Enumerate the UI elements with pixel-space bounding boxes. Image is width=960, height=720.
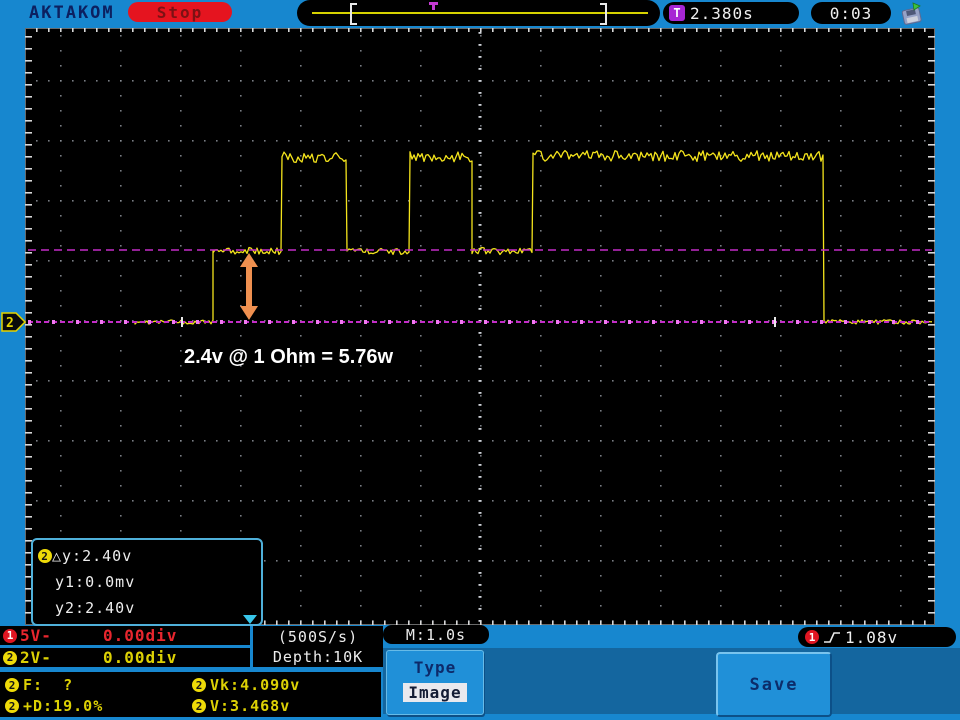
channel2-status-row: 2 2V- 0.00div [0,648,250,667]
trigger-time-value: 2.380s [690,3,754,23]
type-label: Type [413,658,457,677]
brand-logo: AKTAKOM [29,3,115,23]
window-right-bracket [600,3,607,25]
measurement-frequency: 2 F: ? [5,676,73,694]
oscilloscope-screen: AKTAKOM Stop T 2.380s 0:03 2 2.4v @ 1 Oh… [0,0,960,720]
rising-edge-icon [824,631,840,643]
sample-rate: (500S/s) [277,627,359,646]
measurement-v: 2 V:3.468v [192,697,290,715]
power-annotation-text: 2.4v @ 1 Ohm = 5.76w [184,346,394,368]
trigger-level-value: 1.08v [845,627,899,647]
trigger-position-marker-icon [429,2,438,10]
bottom-edge-marker-icon [243,615,257,624]
trigger-level-readout: 1 1.08v [798,627,956,647]
graticule-and-trace [25,28,935,625]
channel2-ground-marker: 2 [1,312,27,332]
record-position-bar [297,0,660,26]
trigger-t-icon: T [669,5,685,21]
window-left-bracket [350,3,357,25]
record-length-line [312,12,648,14]
trigger-time-readout: T 2.380s [663,2,799,24]
channel1-badge: 1 [3,628,17,643]
memory-depth: Depth:10K [272,647,364,666]
usb-drive-icon [901,2,922,25]
clock-readout: 0:03 [811,2,891,24]
timebase-readout: M:1.0s [383,625,489,644]
measurement-duty: 2 +D:19.0% [5,697,103,715]
channel1-status-row: 1 5V- 0.00div [0,626,250,645]
channel2-badge: 2 [38,549,52,563]
measurement-readout-box: 2 F: ? 2 Vk:4.090v 2 +D:19.0% 2 V:3.468v [0,672,381,717]
acquisition-status-label: Stop [156,2,204,22]
channel2-badge: 2 [3,650,17,665]
measurement-vk: 2 Vk:4.090v [192,676,300,694]
type-value: Image [403,683,467,702]
delta-y-readout: △y:2.40v [52,547,133,565]
cursor-measure-box: 2 △y:2.40v y1:0.0mv y2:2.40v [31,538,263,626]
type-softkey-button[interactable]: Type Image [386,650,484,715]
sampling-status-box: (500S/s) Depth:10K [253,626,383,667]
cursor-y1-readout: y1:0.0mv [55,573,136,591]
cursor-y2-readout: y2:2.40v [55,599,136,617]
channel2-scale: 2V- [20,648,52,667]
trigger-source-badge: 1 [805,630,819,644]
waveform-display [25,28,935,625]
channel2-offset: 0.00div [103,648,178,667]
svg-text:2: 2 [6,316,14,331]
save-button[interactable]: Save [716,652,832,717]
channel1-scale: 5V- [20,626,52,645]
acquisition-status-badge: Stop [128,2,232,22]
channel1-offset: 0.00div [103,626,178,645]
